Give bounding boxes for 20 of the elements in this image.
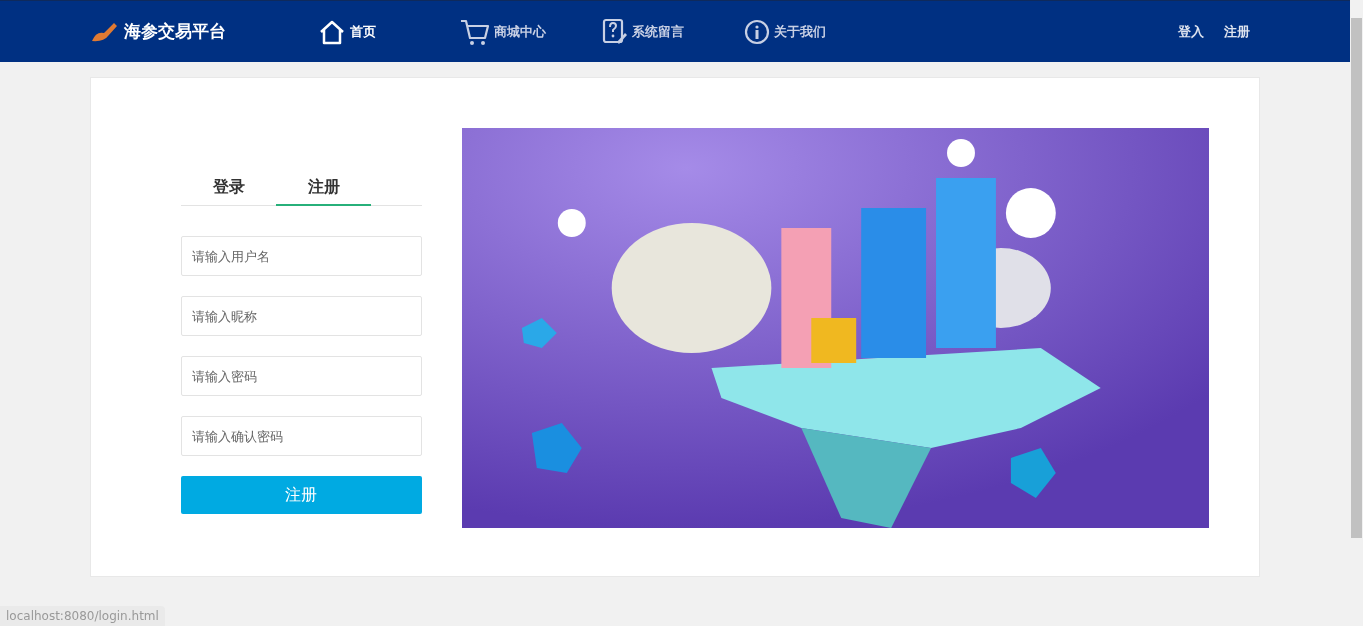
form-tab[interactable]: 登录: [181, 171, 276, 206]
input-field[interactable]: 请输入确认密码: [181, 416, 422, 456]
info-icon: [744, 18, 770, 45]
auth-link[interactable]: 注册: [1224, 22, 1250, 41]
cart-icon: [460, 17, 490, 46]
home-icon: [318, 18, 346, 45]
input-field[interactable]: 请输入密码: [181, 356, 422, 396]
input-field[interactable]: 请输入用户名: [181, 236, 422, 276]
nav-link[interactable]: 关于我们: [744, 17, 886, 46]
form-tab[interactable]: 注册: [276, 171, 371, 206]
status-url: localhost:8080/login.html: [0, 606, 165, 626]
input-field[interactable]: 请输入昵称: [181, 296, 422, 336]
question-note-icon: [602, 17, 628, 46]
brand-name: 海参交易平台: [124, 20, 226, 43]
nav-link[interactable]: 首页: [318, 17, 460, 46]
auth-link[interactable]: 登入: [1178, 22, 1204, 41]
scrollbar-thumb[interactable]: [1351, 18, 1362, 538]
nav-link[interactable]: 商城中心: [460, 17, 602, 46]
logo-icon: [90, 20, 120, 43]
nav-link[interactable]: 系统留言: [602, 17, 744, 46]
